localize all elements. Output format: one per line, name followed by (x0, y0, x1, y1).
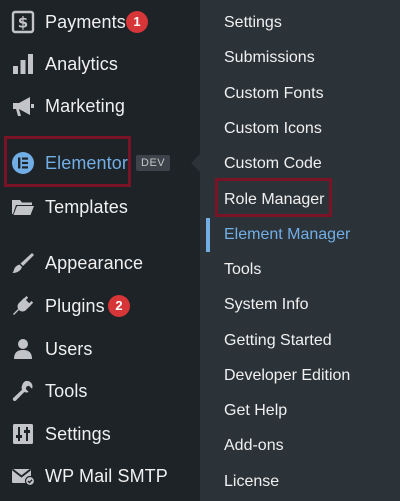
mail-icon (10, 463, 36, 489)
user-icon (10, 336, 36, 362)
sidebar-item-label: WP Mail SMTP (45, 465, 168, 486)
highlight-box-elementor (4, 136, 131, 187)
submenu-item-get-help[interactable]: Get Help (200, 394, 400, 428)
submenu-item-label: Custom Icons (224, 120, 322, 137)
plug-icon (10, 293, 36, 319)
sidebar-item-settings[interactable]: Settings (0, 414, 200, 454)
highlight-box-role-manager (215, 178, 332, 217)
submenu-item-label: Custom Code (224, 155, 322, 172)
sidebar-item-users[interactable]: Users (0, 329, 200, 369)
dollar-icon: $ (10, 9, 36, 35)
submenu-item-label: Custom Fonts (224, 85, 324, 102)
folder-icon (10, 194, 36, 220)
sidebar-item-label: Marketing (45, 95, 125, 116)
submenu-pointer (191, 154, 200, 172)
submenu-item-system-info[interactable]: System Info (200, 288, 400, 322)
sidebar-item-label: Payments (45, 11, 126, 32)
sidebar-item-label: Templates (45, 196, 128, 217)
submenu-item-label: License (224, 473, 280, 490)
sidebar-item-analytics[interactable]: Analytics (0, 44, 200, 84)
submenu-item-submissions[interactable]: Submissions (200, 41, 400, 75)
submenu-item-element-manager[interactable]: Element Manager (200, 218, 400, 252)
sidebar-item-appearance[interactable]: Appearance (0, 243, 200, 283)
notification-badge: 1 (126, 11, 148, 33)
bar-chart-icon (10, 51, 36, 77)
wrench-icon (10, 378, 36, 404)
submenu-item-custom-fonts[interactable]: Custom Fonts (200, 77, 400, 111)
sidebar-item-label: Plugins (45, 295, 105, 316)
elementor-submenu: Settings Submissions Custom Fonts Custom… (200, 0, 400, 501)
sidebar-item-label: Tools (45, 380, 88, 401)
sliders-icon (10, 421, 36, 447)
submenu-item-label: Tools (224, 261, 262, 278)
megaphone-icon (10, 93, 36, 119)
submenu-item-add-ons[interactable]: Add-ons (200, 429, 400, 463)
sidebar-item-label: Analytics (45, 53, 118, 74)
submenu-item-label: Element Manager (224, 226, 351, 243)
submenu-item-settings[interactable]: Settings (200, 6, 400, 40)
submenu-item-custom-icons[interactable]: Custom Icons (200, 112, 400, 146)
submenu-item-label: Settings (224, 14, 282, 31)
submenu-item-label: System Info (224, 296, 309, 313)
submenu-item-label: Developer Edition (224, 367, 351, 384)
sidebar-item-plugins[interactable]: Plugins 2 (0, 286, 200, 326)
sidebar-item-tools[interactable]: Tools (0, 371, 200, 411)
paintbrush-icon (10, 250, 36, 276)
sidebar-item-templates[interactable]: Templates (0, 187, 200, 227)
sidebar-item-label: Settings (45, 423, 111, 444)
admin-sidebar: $ Payments 1 Analytics Marketing Element… (0, 0, 200, 501)
submenu-item-label: Getting Started (224, 332, 332, 349)
submenu-item-label: Get Help (224, 402, 288, 419)
sidebar-item-marketing[interactable]: Marketing (0, 86, 200, 126)
submenu-item-label: Add-ons (224, 437, 284, 454)
sidebar-item-label: Appearance (45, 252, 144, 273)
submenu-item-label: Submissions (224, 49, 315, 66)
dev-tag: DEV (136, 155, 171, 171)
submenu-item-license[interactable]: License (200, 465, 400, 499)
notification-badge: 2 (108, 295, 130, 317)
svg-text:$: $ (18, 14, 28, 32)
active-indicator (206, 218, 210, 252)
submenu-item-custom-code[interactable]: Custom Code (200, 147, 400, 181)
sidebar-item-label: Users (45, 338, 93, 359)
sidebar-item-wp-mail-smtp[interactable]: WP Mail SMTP (0, 456, 200, 496)
sidebar-item-payments[interactable]: $ Payments 1 (0, 2, 200, 42)
submenu-item-tools[interactable]: Tools (200, 253, 400, 287)
submenu-item-developer-edition[interactable]: Developer Edition (200, 359, 400, 393)
submenu-item-getting-started[interactable]: Getting Started (200, 324, 400, 358)
